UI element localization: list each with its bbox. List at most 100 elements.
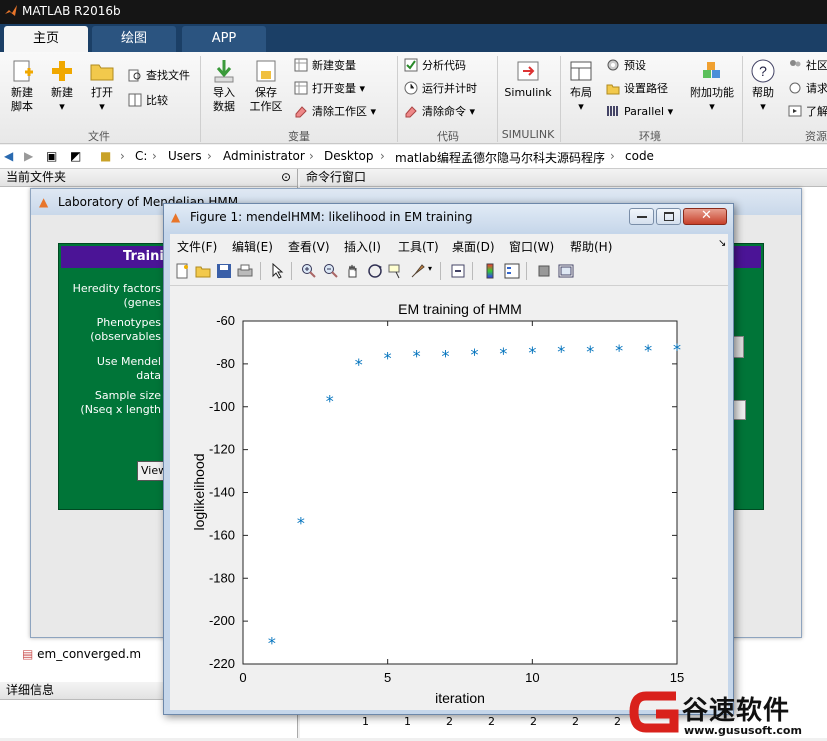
show-plot-tools-icon[interactable] [558,263,574,279]
y-tick-label: -160 [209,527,235,542]
phenotypes-label: Phenotypes (observables [90,316,161,343]
tab-plots[interactable]: 绘图 [92,26,176,52]
tab-home[interactable]: 主页 [4,26,88,52]
svg-text:?: ? [759,63,767,79]
legend-icon[interactable] [504,263,520,279]
data-cursor-icon[interactable] [388,263,404,279]
menubar-overflow-icon[interactable]: ↘ [718,238,726,249]
menu-desktop[interactable]: 桌面(D) [452,238,495,255]
address-bar[interactable]: ◀ ▶ ▣ ◩ ■ › C: › Users › Administrator ›… [0,145,827,169]
run-and-time-button[interactable]: 运行并计时 [404,81,477,99]
compare-icon [128,93,142,107]
output-number: 2 [614,715,621,728]
up-folder-icon[interactable]: ▣ [46,149,57,163]
brush-dropdown-icon[interactable]: ▾ [428,264,432,273]
breadcrumb-users[interactable]: Users [168,149,202,163]
save-workspace-button[interactable]: 保存 工作区 [246,58,286,114]
browse-folder-icon[interactable]: ◩ [70,149,81,163]
zoom-in-icon[interactable] [301,263,317,279]
lab-input-edge[interactable] [732,400,746,420]
pane-menu-icon[interactable]: ⊙ [281,169,291,186]
community-label: 社区 [806,59,827,72]
help-label: 帮助 [752,86,774,99]
zoom-out-icon[interactable] [323,263,339,279]
open-label: 打开 [91,86,113,99]
save-workspace-label: 保存 工作区 [249,86,283,113]
brand-name: 谷速软件 [682,696,791,726]
colorbar-icon[interactable] [482,263,498,279]
likelihood-chart[interactable]: EM training of HMM 0 5 10 15 -220 -200 -180 -16… [170,286,728,710]
clear-workspace-button[interactable]: 清除工作区 ▾ [294,104,376,122]
brush-icon[interactable] [410,263,426,279]
breadcrumb-c[interactable]: C: [135,149,147,163]
close-icon: ✕ [701,208,712,223]
back-arrow-icon[interactable]: ◀ [4,149,13,163]
open-file-icon[interactable] [195,263,211,279]
plus-icon [52,61,72,81]
forward-arrow-icon[interactable]: ▶ [24,149,33,163]
menu-file[interactable]: 文件(F) [177,238,217,255]
hide-plot-tools-icon[interactable] [536,263,552,279]
layout-button[interactable]: 布局 ▾ [564,58,598,114]
import-data-button[interactable]: 导入 数据 [206,58,242,114]
path-separator-icon: › [207,149,212,163]
x-tick-label: 10 [525,670,539,685]
find-files-button[interactable]: 查找文件 [128,68,190,86]
menu-help[interactable]: 帮助(H) [570,238,612,255]
link-plot-icon[interactable] [450,263,466,279]
breadcrumb-project[interactable]: matlab编程孟德尔隐马尔科夫源码程序 [395,149,605,166]
gear-icon [607,59,619,71]
pointer-icon[interactable] [269,263,285,279]
new-button[interactable]: 新建 ▾ [44,58,80,114]
matlab-logo-icon: ▲ [171,210,181,224]
menu-window[interactable]: 窗口(W) [509,238,554,255]
eraser-icon [405,106,417,118]
addons-button[interactable]: 附加功能 ▾ [686,58,738,114]
clear-commands-button[interactable]: 清除命令 ▾ [404,104,475,122]
learn-matlab-button[interactable]: 了解 [788,104,827,122]
group-label-code: 代码 [437,130,459,143]
compare-button[interactable]: 比较 [128,93,168,111]
new-script-button[interactable]: 新建 脚本 [4,58,40,114]
eraser-icon [295,106,307,118]
view-button[interactable]: View [137,461,165,481]
save-icon[interactable] [216,263,232,279]
breadcrumb-administrator[interactable]: Administrator [223,149,305,163]
help-button[interactable]: ? 帮助 ▾ [746,58,780,114]
new-figure-icon[interactable] [174,263,190,279]
breadcrumb-desktop[interactable]: Desktop [324,149,374,163]
details-title: 详细信息 [6,683,55,697]
close-button[interactable]: ✕ [683,208,727,225]
pan-hand-icon[interactable] [345,263,361,279]
request-support-button[interactable]: 请求 [788,81,827,99]
data-point: * [384,348,392,367]
output-number: 1 [404,715,411,728]
breadcrumb-code[interactable]: code [625,149,654,163]
menu-insert[interactable]: 插入(I) [344,238,381,255]
open-button[interactable]: 打开 ▾ [84,58,120,114]
open-variable-button[interactable]: 打开变量 ▾ [294,81,365,99]
rotate-3d-icon[interactable] [367,263,383,279]
preferences-button[interactable]: 预设 [606,58,646,76]
data-point: * [326,391,334,410]
maximize-button[interactable] [656,208,681,225]
clear-workspace-label: 清除工作区 [312,105,367,118]
minimize-button[interactable] [629,208,654,225]
folder-icon [90,64,114,81]
community-button[interactable]: 社区 [788,58,827,76]
figure-titlebar[interactable]: ▲ Figure 1: mendelHMM: likelihood in EM … [164,204,733,232]
print-icon[interactable] [237,263,253,279]
tab-apps[interactable]: APP [182,26,266,52]
menu-view[interactable]: 查看(V) [288,238,330,255]
menu-tools[interactable]: 工具(T) [398,238,439,255]
run-and-time-icon [404,81,418,95]
new-variable-button[interactable]: 新建变量 [294,58,356,76]
analyze-code-button[interactable]: 分析代码 [404,58,466,76]
data-point: * [673,340,681,359]
menu-edit[interactable]: 编辑(E) [232,238,273,255]
parallel-button[interactable]: Parallel ▾ [606,104,673,122]
set-path-button[interactable]: 设置路径 [606,81,668,99]
file-list-item[interactable]: ▤ em_converged.m [22,647,141,661]
simulink-button[interactable]: Simulink [502,58,554,100]
path-separator-icon: › [152,149,157,163]
